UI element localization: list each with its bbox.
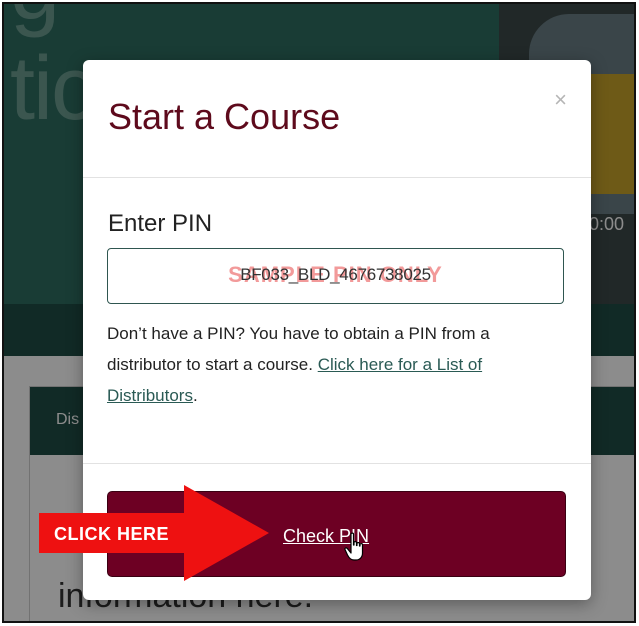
pin-input[interactable]: SAMPLE PIN ONLY BF033_BLD_4676738025 bbox=[107, 248, 564, 304]
help-text: Don’t have a PIN? You have to obtain a P… bbox=[107, 318, 567, 411]
hand-cursor-icon bbox=[344, 532, 364, 561]
screenshot-frame: g tic 0:00 Dis information here. Start a… bbox=[2, 2, 636, 623]
footer-divider bbox=[83, 463, 591, 464]
modal-header: Start a Course × bbox=[83, 60, 591, 178]
close-button[interactable]: × bbox=[554, 87, 567, 113]
click-here-label: CLICK HERE bbox=[54, 524, 170, 544]
help-text-period: . bbox=[192, 386, 198, 405]
pin-value[interactable]: BF033_BLD_4676738025 bbox=[108, 265, 563, 285]
modal-title: Start a Course bbox=[108, 96, 341, 137]
pin-label: Enter PIN bbox=[108, 210, 213, 237]
